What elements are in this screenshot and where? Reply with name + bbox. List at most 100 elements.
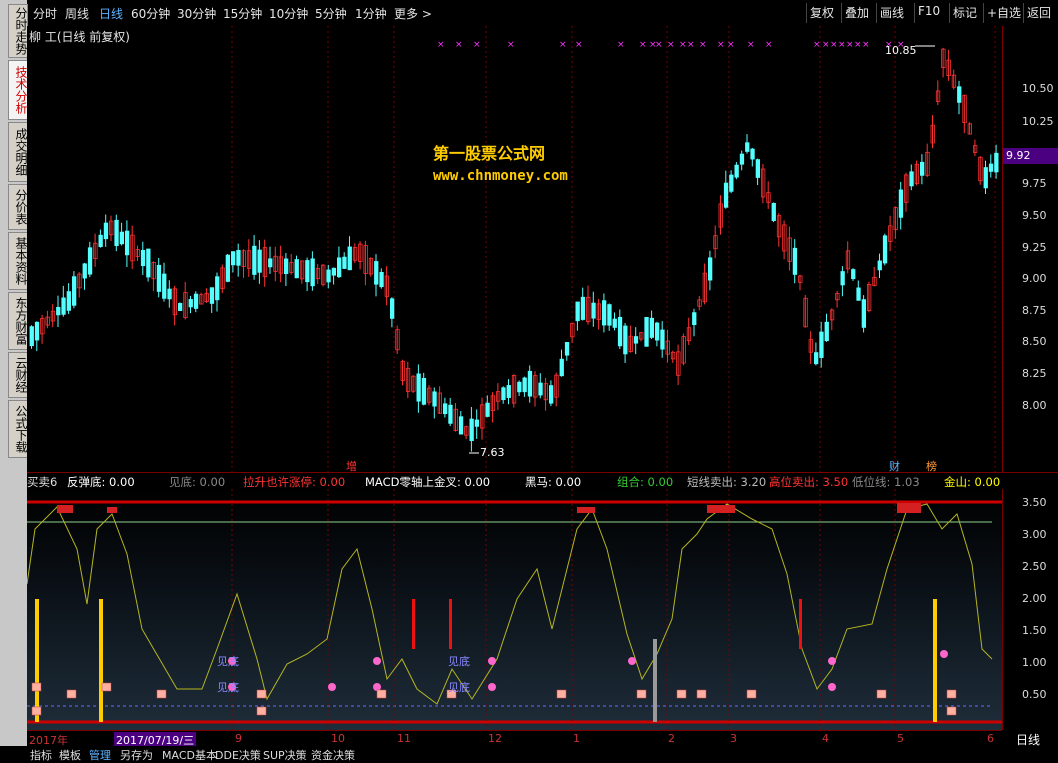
tab-basic-info[interactable]: 基本资料 [8, 232, 28, 290]
oscillator-line [27, 503, 993, 705]
candle [824, 321, 829, 342]
dde-button[interactable]: DDE决策 [215, 747, 261, 763]
chart-title: 柳 工(日线 前复权) [29, 30, 130, 44]
capital-button[interactable]: 资金决策 [311, 747, 355, 763]
tab-price-table[interactable]: 分价表 [8, 184, 28, 230]
period-day[interactable]: 日线 [99, 5, 123, 22]
f10-button[interactable]: F10 [914, 3, 943, 23]
draw-line-button[interactable]: 画线 [876, 3, 907, 23]
tab-fenshi[interactable]: 分时走势 [8, 4, 28, 58]
low-price-label: 7.63 [480, 446, 505, 459]
candle [723, 182, 729, 208]
overlay-button[interactable]: 叠加 [841, 3, 872, 23]
candle [877, 260, 882, 271]
candle [225, 254, 231, 282]
date-label: 10 [331, 732, 345, 745]
indicator-name[interactable]: 买卖6 [27, 474, 57, 490]
house-icon [696, 689, 707, 699]
gem-icon [373, 657, 381, 665]
period-60min[interactable]: 60分钟 [131, 5, 170, 22]
candle [310, 258, 315, 287]
candle [617, 316, 623, 347]
manage-button[interactable]: 管理 [89, 747, 111, 763]
price-tick: 8.00 [1022, 399, 1047, 412]
gem-icon [628, 657, 636, 665]
candle [745, 142, 750, 152]
candle [660, 329, 665, 350]
house-icon [876, 689, 887, 699]
period-5min[interactable]: 5分钟 [315, 5, 347, 22]
candle [230, 251, 236, 266]
indicator-tick: 2.00 [1022, 592, 1047, 605]
sup-button[interactable]: SUP决策 [263, 747, 307, 763]
high-zone-block [577, 507, 595, 513]
tab-technical[interactable]: 技术分析 [8, 60, 28, 120]
candle [156, 264, 162, 292]
candle [840, 271, 845, 286]
house-icon [636, 689, 647, 699]
tab-trades[interactable]: 成交明细 [8, 122, 28, 182]
indicator-tick: 1.50 [1022, 624, 1047, 637]
legend-rebound: 反弹底: 0.00 [67, 475, 135, 489]
house-icon [556, 689, 567, 699]
high-zone-block [897, 503, 921, 513]
indicator-tick: 2.50 [1022, 560, 1047, 573]
buy-signal-bar [99, 599, 103, 722]
candle [469, 418, 474, 441]
candle [72, 276, 77, 306]
period-10min[interactable]: 10分钟 [269, 5, 308, 22]
save-as-button[interactable]: 另存为 [120, 747, 153, 763]
indicator-chart[interactable]: 见底 见底 见底 见底 [27, 489, 1002, 730]
legend-rally: 拉升也许涨停: 0.00 [243, 475, 346, 489]
signal-marker: × [455, 40, 463, 50]
signal-marker: × [813, 40, 821, 50]
buy-signal-bar [933, 599, 937, 722]
indicator-button[interactable]: 指标 [30, 747, 52, 763]
candle [448, 404, 453, 424]
current-price-tag: 9.92 [1003, 148, 1058, 164]
signal-marker: × [717, 40, 725, 50]
tab-yuncaijing[interactable]: 云财经 [8, 352, 28, 398]
signal-marker: × [655, 40, 663, 50]
candle [162, 273, 167, 299]
signal-label: 见底 [448, 655, 470, 668]
signal-marker: × [473, 40, 481, 50]
tab-formula-download[interactable]: 公式下载 [8, 400, 28, 458]
watermark-title: 第一股票公式网 [433, 144, 546, 163]
legend-high-sell: 高位卖出: 3.50 [769, 475, 849, 489]
candle [692, 312, 697, 326]
period-1min[interactable]: 1分钟 [355, 5, 387, 22]
period-15min[interactable]: 15分钟 [223, 5, 262, 22]
period-week[interactable]: 周线 [65, 5, 89, 22]
house-icon [31, 706, 42, 716]
candle [374, 261, 379, 285]
more-periods-button[interactable]: 更多 > [394, 5, 432, 22]
candlestick-chart[interactable]: × × × × × × × × × × × × × × × × × × × × × × × × × × × 柳 工(日线 前复权) … [27, 26, 1002, 473]
back-button[interactable]: 返回 [1023, 3, 1054, 23]
add-watchlist-button[interactable]: +自选 [983, 3, 1024, 23]
high-zone-block [57, 505, 73, 513]
candle [29, 326, 34, 347]
macd-basic-button[interactable]: MACD基本 [162, 747, 217, 763]
high-zone-block [707, 505, 735, 513]
candle [851, 269, 856, 280]
period-30min[interactable]: 30分钟 [177, 5, 216, 22]
signal-marker: × [765, 40, 773, 50]
price-tick: 9.25 [1022, 241, 1047, 254]
house-icon [101, 682, 112, 692]
mark-button[interactable]: 标记 [949, 3, 980, 23]
period-fenshi[interactable]: 分时 [33, 5, 57, 22]
house-icon [256, 706, 267, 716]
template-button[interactable]: 模板 [59, 747, 81, 763]
tab-eastmoney[interactable]: 东方财富 [8, 292, 28, 350]
house-icon [156, 689, 167, 699]
candle [379, 271, 384, 288]
candle [755, 159, 760, 178]
candle [125, 230, 130, 256]
candle [56, 307, 61, 316]
candle [326, 269, 331, 283]
candle [729, 174, 734, 192]
gem-icon [828, 657, 836, 665]
fuquan-button[interactable]: 复权 [806, 3, 837, 23]
signal-marker: × [747, 40, 755, 50]
